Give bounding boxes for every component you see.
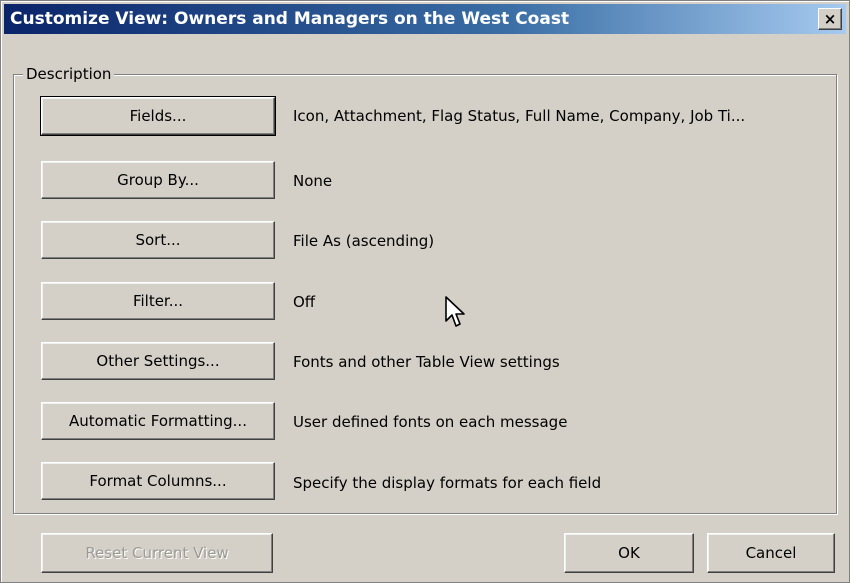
ok-button[interactable]: OK	[564, 533, 694, 573]
sort-button[interactable]: Sort...	[41, 221, 275, 259]
format-columns-description: Specify the display formats for each fie…	[293, 474, 602, 492]
close-button[interactable]: ×	[818, 8, 842, 30]
fields-button[interactable]: Fields...	[40, 96, 276, 136]
filter-description: Off	[293, 293, 316, 311]
automatic-formatting-button[interactable]: Automatic Formatting...	[41, 402, 275, 440]
window-title: Customize View: Owners and Managers on t…	[10, 9, 570, 29]
customize-view-dialog: Customize View: Owners and Managers on t…	[0, 0, 850, 583]
group-by-button[interactable]: Group By...	[41, 161, 275, 199]
close-icon: ×	[823, 10, 837, 28]
format-columns-button[interactable]: Format Columns...	[41, 462, 275, 500]
reset-current-view-button[interactable]: Reset Current View	[41, 533, 273, 573]
other-settings-description: Fonts and other Table View settings	[293, 353, 560, 371]
mouse-pointer-icon	[445, 296, 465, 327]
cancel-button[interactable]: Cancel	[707, 533, 835, 573]
title-bar[interactable]: Customize View: Owners and Managers on t…	[4, 4, 846, 34]
filter-button[interactable]: Filter...	[41, 282, 275, 320]
automatic-formatting-description: User defined fonts on each message	[293, 413, 568, 431]
description-group-label: Description	[23, 64, 115, 84]
group-by-description: None	[293, 172, 333, 190]
sort-description: File As (ascending)	[293, 232, 435, 250]
other-settings-button[interactable]: Other Settings...	[41, 342, 275, 380]
fields-description: Icon, Attachment, Flag Status, Full Name…	[293, 107, 746, 125]
